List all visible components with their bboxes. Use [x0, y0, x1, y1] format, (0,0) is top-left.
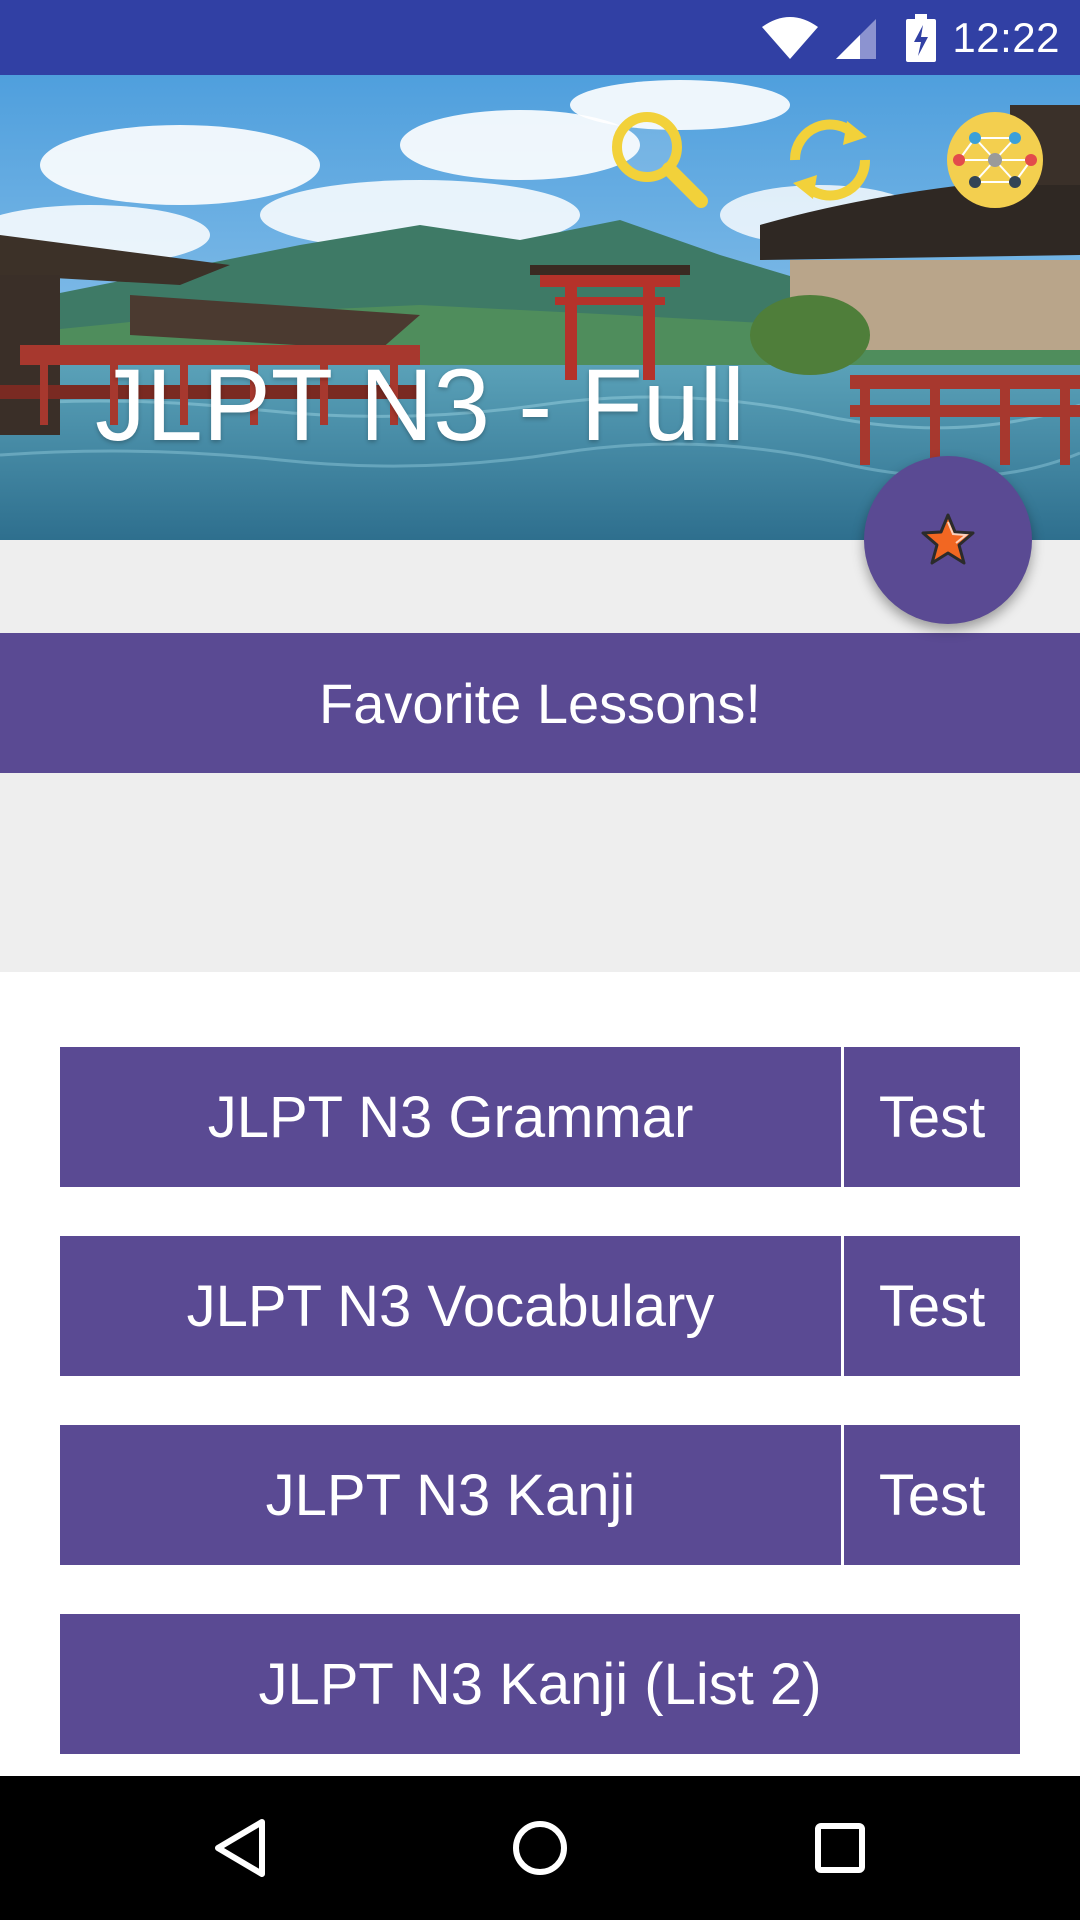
network-button[interactable]	[945, 110, 1055, 220]
back-button[interactable]	[200, 1808, 280, 1888]
status-bar: 12:22	[0, 0, 1080, 75]
navigation-bar	[0, 1776, 1080, 1920]
recents-icon	[815, 1823, 865, 1873]
status-time: 12:22	[952, 14, 1060, 61]
favorite-lessons-button[interactable]: Favorite Lessons!	[0, 633, 1080, 773]
signal-icon	[836, 19, 877, 59]
search-button[interactable]	[605, 105, 715, 215]
favorite-fab-button[interactable]	[864, 456, 1032, 624]
test-grammar-button[interactable]: Test	[844, 1047, 1020, 1187]
lesson-vocabulary-button[interactable]: JLPT N3 Vocabulary	[60, 1236, 841, 1376]
lesson-list: JLPT N3 Grammar Test JLPT N3 Vocabulary …	[60, 1047, 1020, 1803]
page-title: JLPT N3 - Full	[95, 348, 745, 462]
battery-charging-icon	[906, 14, 937, 62]
sync-button[interactable]	[775, 105, 885, 215]
lesson-kanji-list2-button[interactable]: JLPT N3 Kanji (List 2)	[60, 1614, 1020, 1754]
home-button[interactable]	[500, 1808, 580, 1888]
back-icon	[215, 1819, 265, 1877]
test-vocabulary-button[interactable]: Test	[844, 1236, 1020, 1376]
lesson-kanji-button[interactable]: JLPT N3 Kanji	[60, 1425, 841, 1565]
list-item: JLPT N3 Grammar Test	[60, 1047, 1020, 1187]
sync-icon	[789, 119, 871, 201]
wifi-icon	[762, 17, 819, 59]
list-item: JLPT N3 Kanji (List 2)	[60, 1614, 1020, 1754]
search-icon	[612, 112, 708, 208]
recents-button[interactable]	[800, 1808, 880, 1888]
home-icon	[513, 1821, 567, 1875]
test-kanji-button[interactable]: Test	[844, 1425, 1020, 1565]
lesson-grammar-button[interactable]: JLPT N3 Grammar	[60, 1047, 841, 1187]
list-item: JLPT N3 Vocabulary Test	[60, 1236, 1020, 1376]
status-icons: 12:22	[760, 12, 1060, 64]
star-icon	[921, 513, 975, 565]
list-item: JLPT N3 Kanji Test	[60, 1425, 1020, 1565]
network-icon	[947, 112, 1043, 208]
